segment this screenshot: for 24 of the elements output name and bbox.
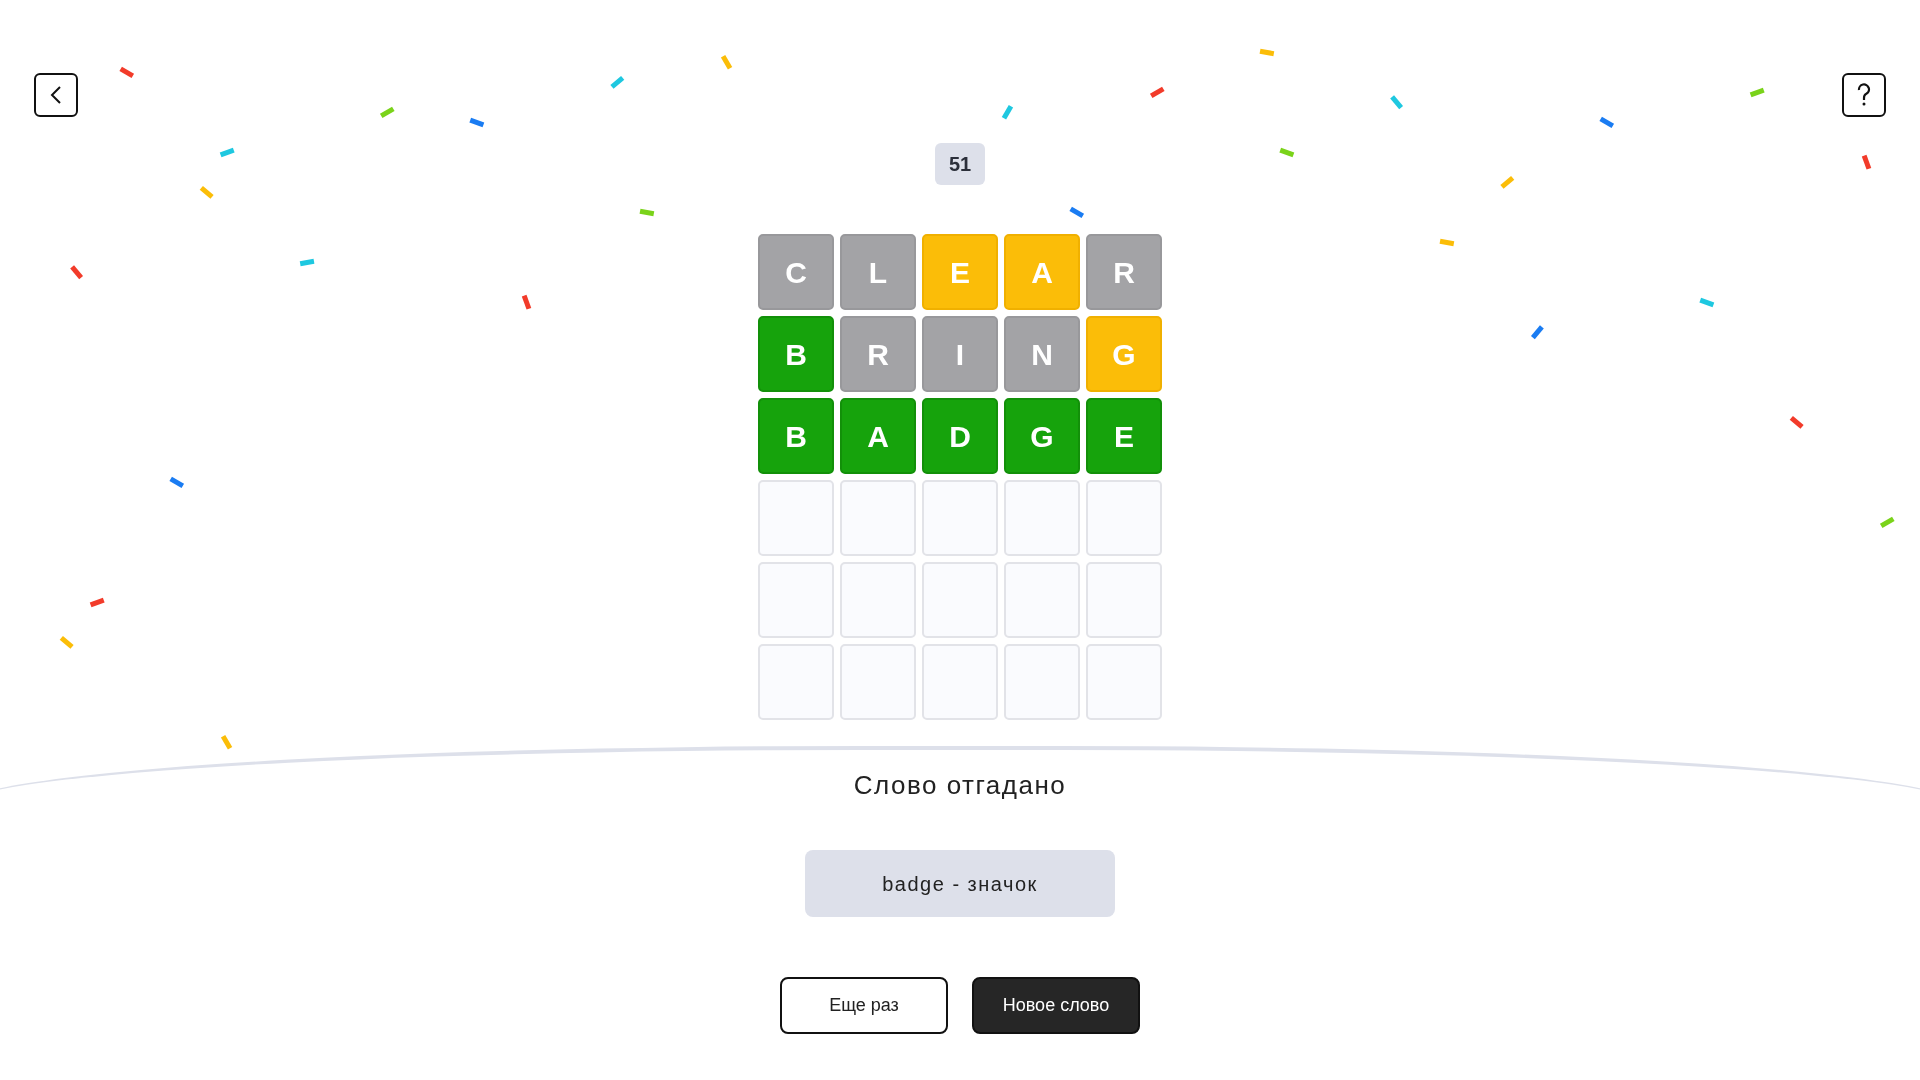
letter-tile: I	[922, 316, 998, 392]
letter-tile: G	[1004, 398, 1080, 474]
letter-tile: G	[1086, 316, 1162, 392]
letter-tile: A	[840, 398, 916, 474]
result-title: Слово отгадано	[853, 769, 1067, 802]
letter-tile: A	[1004, 234, 1080, 310]
letter-tile: L	[840, 234, 916, 310]
letter-tile: R	[840, 316, 916, 392]
letter-tile: R	[1086, 234, 1162, 310]
letter-tile: E	[922, 234, 998, 310]
letter-tile: B	[758, 316, 834, 392]
back-button[interactable]	[34, 73, 78, 117]
letter-tile: C	[758, 234, 834, 310]
help-button[interactable]	[1842, 73, 1886, 117]
round-counter: 51	[934, 143, 986, 185]
letter-tile: N	[1004, 316, 1080, 392]
new-word-button[interactable]: Новое слово	[972, 977, 1140, 1034]
letter-tile: B	[758, 398, 834, 474]
letter-tile: E	[1086, 398, 1162, 474]
letter-tile: D	[922, 398, 998, 474]
translation-box: badge - значок	[805, 850, 1115, 917]
chevron-left-icon	[48, 85, 64, 105]
question-mark-icon	[1857, 83, 1871, 107]
retry-button[interactable]: Еще раз	[780, 977, 948, 1034]
